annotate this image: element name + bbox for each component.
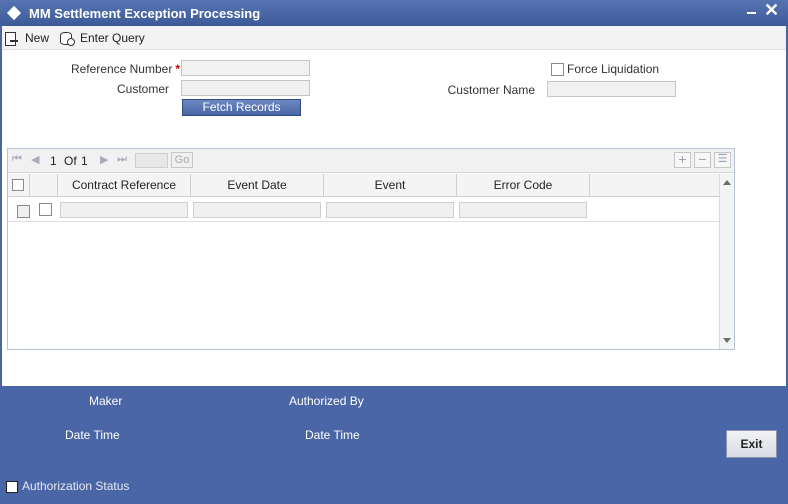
row-select-checkbox[interactable] xyxy=(17,205,30,218)
error-code-cell[interactable] xyxy=(459,202,587,218)
force-liquidation-label: Force Liquidation xyxy=(567,62,660,76)
grid-pagination-bar: ⏮ ◀ 1 Of 1 ▶ ⏭ Go + − ☰ xyxy=(8,149,734,173)
column-error-code[interactable]: Error Code xyxy=(457,174,590,197)
exception-grid: ⏮ ◀ 1 Of 1 ▶ ⏭ Go + − ☰ Contract Referen… xyxy=(7,148,735,350)
minimize-icon[interactable] xyxy=(745,4,759,18)
customer-label: Customer xyxy=(116,82,169,96)
scroll-up-icon[interactable] xyxy=(723,180,731,185)
window-diamond-icon xyxy=(6,5,22,21)
grid-header: Contract Reference Event Date Event Erro… xyxy=(8,174,719,197)
row-checkbox[interactable] xyxy=(39,203,52,216)
enter-query-button[interactable]: Enter Query xyxy=(59,29,145,47)
previous-page-icon[interactable]: ◀ xyxy=(31,153,39,166)
reference-number-label: Reference Number * xyxy=(42,62,180,76)
new-button[interactable]: New xyxy=(4,29,49,47)
customer-name-label: Customer Name xyxy=(447,83,535,97)
new-label: New xyxy=(25,31,50,45)
event-cell[interactable] xyxy=(326,202,454,218)
page-of-label: Of xyxy=(64,154,77,168)
authorized-datetime-label: Date Time xyxy=(305,428,360,442)
contract-reference-cell[interactable] xyxy=(60,202,188,218)
page-number-input[interactable] xyxy=(135,153,168,168)
plus-icon[interactable]: + xyxy=(674,152,691,168)
reference-number-input[interactable] xyxy=(181,60,310,76)
fetch-records-button[interactable]: Fetch Records xyxy=(182,99,301,116)
first-page-icon[interactable]: ⏮ xyxy=(12,153,22,166)
table-row xyxy=(8,198,719,222)
go-button[interactable]: Go xyxy=(171,152,193,168)
new-icon xyxy=(4,31,20,46)
exit-button[interactable]: Exit xyxy=(726,430,777,458)
column-contract-reference[interactable]: Contract Reference xyxy=(58,174,191,197)
grid-scrollbar[interactable] xyxy=(719,174,734,349)
current-page: 1 xyxy=(50,154,57,168)
window-title: MM Settlement Exception Processing xyxy=(29,6,261,21)
force-liquidation-checkbox[interactable] xyxy=(551,63,564,76)
select-all-checkbox[interactable] xyxy=(12,179,24,191)
reference-number-text: Reference Number xyxy=(70,62,173,76)
customer-input[interactable] xyxy=(181,80,310,96)
authorization-status-label: Authorization Status xyxy=(22,479,130,493)
toolbar: New Enter Query xyxy=(2,26,786,50)
authorization-status-checkbox xyxy=(6,481,18,493)
minus-icon[interactable]: − xyxy=(694,152,711,168)
total-pages: 1 xyxy=(81,154,88,168)
column-event-date[interactable]: Event Date xyxy=(191,174,324,197)
customer-name-input[interactable] xyxy=(547,81,676,97)
last-page-icon[interactable]: ⏭ xyxy=(117,153,127,166)
column-event[interactable]: Event xyxy=(324,174,457,197)
next-page-icon[interactable]: ▶ xyxy=(100,153,108,166)
main-content: New Enter Query Reference Number * Custom… xyxy=(2,26,786,386)
maker-datetime-label: Date Time xyxy=(65,428,120,442)
authorized-by-label: Authorized By xyxy=(289,394,364,408)
enter-query-label: Enter Query xyxy=(80,31,145,45)
event-date-cell[interactable] xyxy=(193,202,321,218)
list-icon[interactable]: ☰ xyxy=(714,152,731,168)
app-window: MM Settlement Exception Processing ✕ New… xyxy=(0,0,788,504)
title-bar: MM Settlement Exception Processing ✕ xyxy=(0,0,788,26)
required-mark: * xyxy=(175,62,180,76)
header-spacer xyxy=(30,174,58,197)
scroll-down-icon[interactable] xyxy=(723,338,731,343)
enter-query-icon xyxy=(59,31,75,46)
maker-label: Maker xyxy=(89,394,123,408)
select-all-cell xyxy=(8,174,30,197)
close-icon[interactable]: ✕ xyxy=(764,1,779,19)
